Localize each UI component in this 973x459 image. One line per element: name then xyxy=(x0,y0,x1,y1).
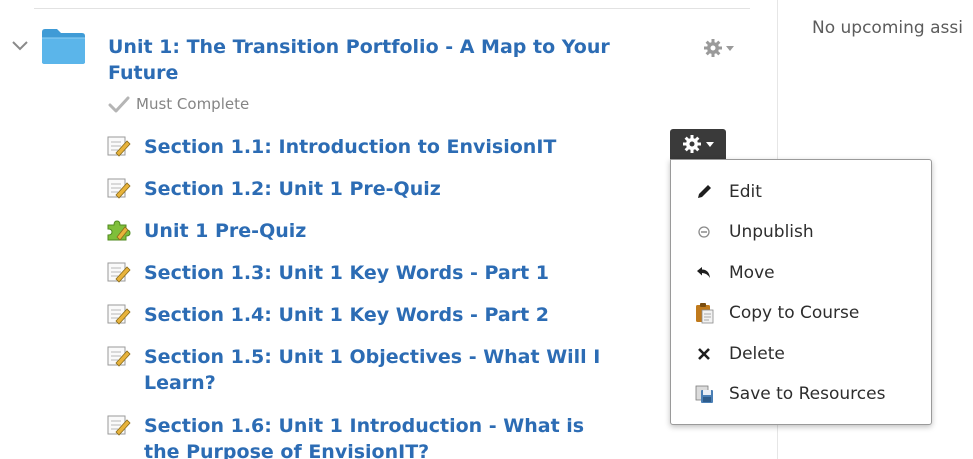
unit-settings-button[interactable] xyxy=(703,38,739,58)
menu-item-delete[interactable]: Delete xyxy=(671,337,931,371)
menu-item-save-to-resources[interactable]: Save to Resources xyxy=(671,377,931,411)
page-edit-icon xyxy=(105,135,131,157)
caret-down-icon xyxy=(705,142,714,147)
menu-item-copy-to-course[interactable]: Copy to Course xyxy=(671,296,931,330)
gear-icon xyxy=(704,39,722,57)
save-resources-icon xyxy=(693,383,715,405)
menu-item-label: Unpublish xyxy=(729,222,814,242)
chevron-down-icon[interactable] xyxy=(10,38,30,54)
menu-item-label: Move xyxy=(729,263,775,283)
pencil-icon xyxy=(693,181,715,203)
module-item[interactable]: Section 1.2: Unit 1 Pre-Quiz xyxy=(105,176,624,202)
delete-x-icon xyxy=(693,343,715,365)
module-item-label[interactable]: Section 1.2: Unit 1 Pre-Quiz xyxy=(144,176,624,202)
requirement-text: Must Complete xyxy=(136,95,250,113)
module-item[interactable]: Section 1.4: Unit 1 Key Words - Part 2 xyxy=(105,302,624,328)
menu-item-edit[interactable]: Edit xyxy=(671,175,931,209)
move-arrow-icon xyxy=(693,262,715,284)
caret-down-icon xyxy=(726,46,734,51)
page-edit-icon xyxy=(105,414,131,436)
upcoming-assignments-text: No upcoming assi xyxy=(812,18,963,38)
module-item[interactable]: Section 1.5: Unit 1 Objectives - What Wi… xyxy=(105,344,624,396)
item-settings-menu: Edit Unpublish Move Copy to Course Delet… xyxy=(670,159,932,425)
menu-item-label: Save to Resources xyxy=(729,384,886,404)
clipboard-icon xyxy=(693,302,715,324)
module-item[interactable]: Unit 1 Pre-Quiz xyxy=(105,218,624,244)
module-item-label[interactable]: Section 1.1: Introduction to EnvisionIT xyxy=(144,134,624,160)
page-edit-icon xyxy=(105,345,131,367)
folder-icon xyxy=(40,27,87,65)
menu-item-label: Edit xyxy=(729,182,762,202)
unit-title[interactable]: Unit 1: The Transition Portfolio - A Map… xyxy=(108,34,668,86)
module-item-label[interactable]: Section 1.4: Unit 1 Key Words - Part 2 xyxy=(144,302,624,328)
menu-item-label: Copy to Course xyxy=(729,303,860,323)
page-edit-icon xyxy=(105,303,131,325)
page-edit-icon xyxy=(105,177,131,199)
checkmark-icon xyxy=(108,96,130,113)
page-edit-icon xyxy=(105,261,131,283)
module-item-label[interactable]: Section 1.6: Unit 1 Introduction - What … xyxy=(144,413,624,459)
module-item-label[interactable]: Unit 1 Pre-Quiz xyxy=(144,218,624,244)
menu-item-label: Delete xyxy=(729,344,785,364)
module-item-label[interactable]: Section 1.3: Unit 1 Key Words - Part 1 xyxy=(144,260,624,286)
module-item[interactable]: Section 1.1: Introduction to EnvisionIT xyxy=(105,134,624,160)
item-settings-button[interactable] xyxy=(670,129,726,159)
module-item[interactable]: Section 1.6: Unit 1 Introduction - What … xyxy=(105,413,624,459)
menu-item-unpublish[interactable]: Unpublish xyxy=(671,215,931,249)
module-item[interactable]: Section 1.3: Unit 1 Key Words - Part 1 xyxy=(105,260,624,286)
unpublish-icon xyxy=(693,221,715,243)
module-item-label[interactable]: Section 1.5: Unit 1 Objectives - What Wi… xyxy=(144,344,624,396)
quiz-puzzle-icon xyxy=(105,219,131,241)
menu-item-move[interactable]: Move xyxy=(671,256,931,290)
requirement-label: Must Complete xyxy=(108,94,249,114)
gear-icon xyxy=(682,135,701,153)
top-divider xyxy=(34,8,750,9)
